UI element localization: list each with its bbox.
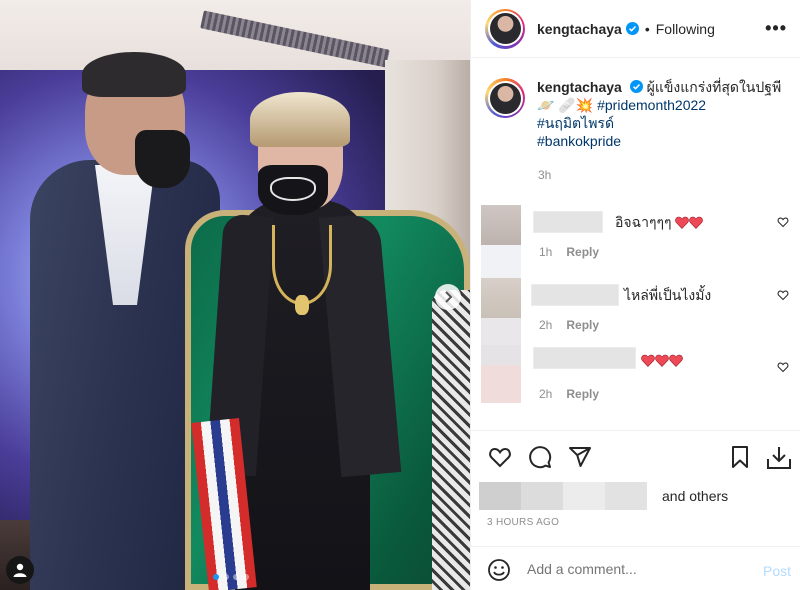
carousel-dot xyxy=(223,574,229,580)
hashtag-link[interactable]: #bankokpride xyxy=(537,133,621,149)
likes-row: and others xyxy=(479,480,789,512)
post-caption: kengtachaya ผู้แข็งแกร่งที่สุดในปฐพี 🪐 🩹💥… xyxy=(485,78,791,182)
carousel-dot xyxy=(243,574,249,580)
man-hair xyxy=(82,52,186,97)
post-header: kengtachaya • Following ••• xyxy=(471,0,800,58)
planet-emoji: 🪐 xyxy=(537,97,555,113)
more-options-button[interactable]: ••• xyxy=(765,18,787,39)
following-button[interactable]: Following xyxy=(656,21,715,37)
heart-icon[interactable] xyxy=(777,216,789,228)
comment-item: อิจฉาๆๆๆ 1h Reply xyxy=(481,205,791,283)
comment-meta: 1h Reply xyxy=(539,245,600,259)
carousel-indicator xyxy=(213,574,249,580)
heart-emoji-icon xyxy=(641,354,655,367)
post-side-panel: kengtachaya • Following ••• kengtachaya … xyxy=(470,0,800,590)
comment-meta: 2h Reply xyxy=(539,387,600,401)
reply-button[interactable]: Reply xyxy=(566,245,599,259)
caption-body: ผู้แข็งแกร่งที่สุดในปฐพี xyxy=(646,79,782,95)
emoji-icon[interactable] xyxy=(487,558,511,582)
comment-text xyxy=(641,352,683,368)
carousel-dot xyxy=(213,574,219,580)
user-tag-icon[interactable] xyxy=(6,556,34,584)
blurred-likers[interactable] xyxy=(479,482,647,510)
bookmark-icon[interactable] xyxy=(728,445,752,469)
heart-icon[interactable] xyxy=(777,361,789,373)
avatar[interactable] xyxy=(485,78,525,118)
heart-icon[interactable] xyxy=(488,445,512,469)
avatar[interactable] xyxy=(485,8,525,49)
comment-item: 2h Reply xyxy=(481,325,791,405)
blurred-username[interactable] xyxy=(533,211,603,233)
heart-emoji-icon xyxy=(655,354,669,367)
comment-text: ไหล่พี่เป็นไงมั้ง xyxy=(624,287,712,303)
comment-avatar[interactable] xyxy=(481,365,521,403)
heart-emoji-icon xyxy=(675,216,690,229)
caption-time: 3h xyxy=(538,168,552,182)
add-comment-bar: Post xyxy=(471,546,800,590)
blurred-username[interactable] xyxy=(531,284,619,306)
post-photo[interactable] xyxy=(0,0,470,590)
blurred-username[interactable] xyxy=(533,347,636,369)
carousel-dot xyxy=(233,574,239,580)
bandage-emoji: 🩹 xyxy=(558,97,576,113)
post-timestamp[interactable]: 3 HOURS AGO xyxy=(487,517,559,528)
share-icon[interactable] xyxy=(568,445,592,469)
heart-emoji-icon xyxy=(669,354,683,367)
heart-emoji-icon xyxy=(689,216,704,229)
comment-avatar[interactable] xyxy=(481,205,521,245)
person-face-mask xyxy=(258,165,328,215)
next-arrow-icon[interactable] xyxy=(435,284,461,310)
necklace-pendant xyxy=(295,295,309,315)
verified-badge-icon xyxy=(625,22,639,35)
separator: • xyxy=(644,20,650,37)
post-button[interactable]: Post xyxy=(763,563,791,579)
caption-username[interactable]: kengtachaya xyxy=(537,79,622,95)
verified-badge-icon xyxy=(629,80,643,93)
likes-others-link[interactable]: and others xyxy=(662,488,728,504)
comment-input[interactable] xyxy=(527,561,747,577)
username-link[interactable]: kengtachaya xyxy=(537,21,622,37)
comment-avatar[interactable] xyxy=(481,278,521,318)
gold-necklace xyxy=(272,225,332,305)
download-icon[interactable] xyxy=(766,445,792,471)
heart-icon[interactable] xyxy=(777,289,789,301)
man-face-mask xyxy=(135,130,190,188)
comment-icon[interactable] xyxy=(528,445,552,469)
comment-text: อิจฉาๆๆๆ xyxy=(615,212,704,234)
person-blonde-hair xyxy=(250,92,350,147)
reply-button[interactable]: Reply xyxy=(566,387,599,401)
collision-emoji: 💥 xyxy=(575,97,594,113)
hashtag-link[interactable]: #pridemonth2022 xyxy=(597,97,706,113)
caption-text: kengtachaya ผู้แข็งแกร่งที่สุดในปฐพี 🪐 🩹💥… xyxy=(537,78,787,150)
hashtag-link[interactable]: #นฤมิตไพรด์ xyxy=(537,115,614,131)
action-bar xyxy=(471,430,800,480)
bystander-patterned-dress xyxy=(432,290,470,590)
